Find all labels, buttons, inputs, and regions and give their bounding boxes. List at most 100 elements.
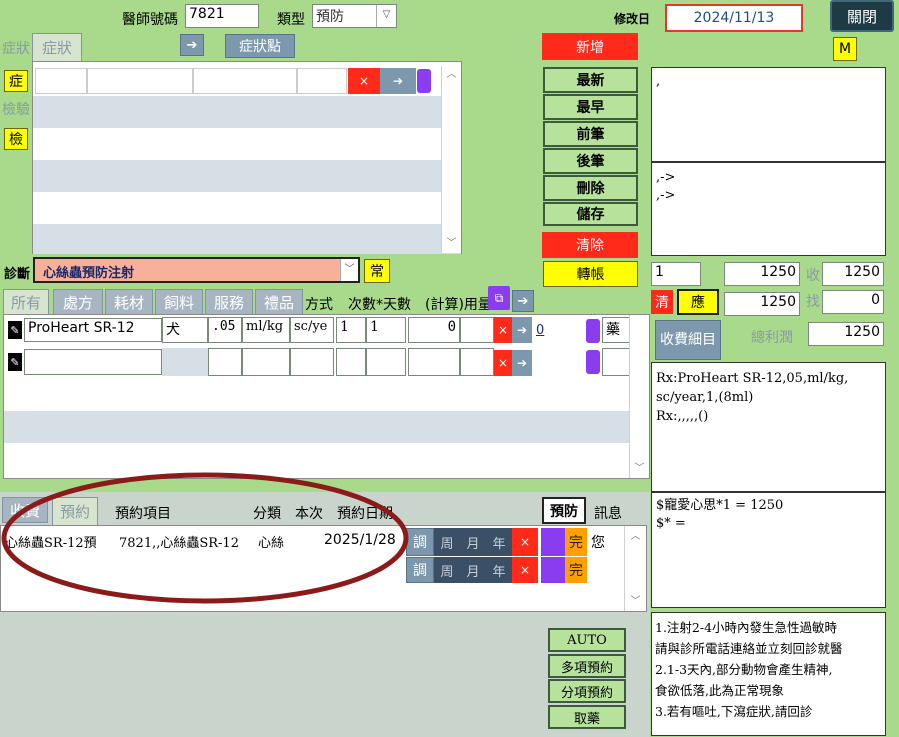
scroll-up-icon[interactable]: ︿ bbox=[442, 68, 461, 82]
rx-link-value[interactable]: 0 bbox=[536, 323, 544, 338]
due-field[interactable]: 1250 bbox=[724, 292, 800, 316]
color-marker[interactable] bbox=[417, 69, 431, 93]
message-cell[interactable]: 您 bbox=[591, 532, 605, 552]
tab-feed[interactable]: 飼料 bbox=[155, 289, 203, 315]
symptom-points-button[interactable]: 症狀點 bbox=[225, 34, 295, 58]
year-button[interactable]: 年 bbox=[486, 528, 512, 556]
notes-top-panel[interactable]: , bbox=[651, 67, 886, 162]
rx-row[interactable] bbox=[4, 379, 649, 411]
tab-service[interactable]: 服務 bbox=[205, 289, 253, 315]
rx-times-cell[interactable] bbox=[336, 348, 366, 376]
profit-field[interactable]: 1250 bbox=[808, 322, 884, 346]
rx-days-cell[interactable]: 1 bbox=[366, 317, 406, 343]
latest-button[interactable]: 最新 bbox=[543, 67, 638, 93]
due-button[interactable]: 應 bbox=[677, 289, 719, 315]
delete-icon[interactable]: × bbox=[512, 528, 538, 556]
delete-icon[interactable]: × bbox=[494, 350, 512, 376]
symptom-scrollbar[interactable]: ︿ ﹀ bbox=[441, 66, 461, 253]
symptom-row[interactable] bbox=[33, 128, 461, 160]
exam-side-button[interactable]: 檢 bbox=[4, 128, 28, 150]
rx-days-cell[interactable] bbox=[366, 348, 406, 376]
symptom-side-button[interactable]: 症 bbox=[4, 70, 28, 92]
transfer-button[interactable]: 轉帳 bbox=[543, 261, 638, 287]
m-button[interactable]: M bbox=[833, 37, 857, 61]
rx-calc-cell[interactable] bbox=[408, 348, 460, 376]
delete-button[interactable]: 刪除 bbox=[543, 175, 638, 201]
tab-all[interactable]: 所有 bbox=[3, 289, 49, 315]
earliest-button[interactable]: 最早 bbox=[543, 94, 638, 120]
booking-scrollbar[interactable]: ︿ ﹀ bbox=[624, 526, 646, 611]
clear-billing-button[interactable]: 清 bbox=[651, 290, 673, 314]
rx-times-cell[interactable]: 1 bbox=[336, 317, 366, 343]
week-button[interactable]: 周 bbox=[434, 557, 460, 583]
advice-panel[interactable]: 1.注射2-4小時內發生急性過敏時 請與診所電話連絡並立刻回診就醫 2.1-3天… bbox=[651, 612, 886, 736]
symptom-row[interactable] bbox=[33, 96, 461, 128]
delete-icon[interactable]: × bbox=[512, 557, 538, 583]
charge-detail-button[interactable]: 收費細目 bbox=[655, 320, 721, 360]
symptom-row[interactable] bbox=[33, 224, 461, 254]
color-marker[interactable] bbox=[541, 557, 565, 583]
rx-calc-cell[interactable]: 0 bbox=[408, 317, 460, 343]
copy-icon[interactable]: ⧉ bbox=[488, 286, 510, 310]
symptom-row[interactable] bbox=[33, 160, 461, 192]
add-button[interactable]: 新增 bbox=[542, 33, 638, 60]
arrow-right-icon[interactable]: ➔ bbox=[512, 350, 532, 376]
month-button[interactable]: 月 bbox=[460, 528, 486, 556]
edit-icon[interactable]: ✎ bbox=[8, 353, 22, 371]
rx-dose-cell[interactable]: .05 bbox=[208, 317, 242, 343]
chevron-down-icon[interactable]: ▽ bbox=[376, 5, 396, 27]
rx-dose-unit-cell[interactable]: ml/kg bbox=[242, 317, 290, 343]
prev-button[interactable]: 前筆 bbox=[543, 121, 638, 147]
symptom-row[interactable] bbox=[33, 192, 461, 224]
symptom-arrow-button[interactable]: ➔ bbox=[180, 34, 204, 56]
chevron-down-icon[interactable]: ﹀ bbox=[340, 259, 358, 281]
rx-row[interactable] bbox=[4, 411, 649, 443]
color-marker[interactable] bbox=[586, 319, 600, 343]
doctor-number-input[interactable]: 7821 bbox=[185, 4, 259, 28]
diagnosis-field[interactable]: 心絲蟲預防注射 ﹀ bbox=[33, 257, 360, 283]
done-button[interactable]: 完 bbox=[565, 557, 587, 583]
modified-date-field[interactable]: 2024/11/13 bbox=[665, 4, 803, 32]
billing-amount-field[interactable]: 1250 bbox=[724, 262, 800, 286]
delete-icon[interactable]: × bbox=[348, 68, 380, 94]
split-booking-button[interactable]: 分項預約 bbox=[548, 679, 626, 703]
scroll-up-icon[interactable]: ︿ bbox=[625, 530, 646, 544]
type-select[interactable]: 預防 ▽ bbox=[312, 4, 397, 28]
tab-symptom[interactable]: 症狀 bbox=[32, 33, 82, 61]
color-marker[interactable] bbox=[541, 528, 565, 556]
rx-extra-cell[interactable] bbox=[460, 348, 494, 376]
rx-name-cell[interactable] bbox=[24, 349, 162, 375]
arrow-right-icon[interactable]: ➔ bbox=[512, 317, 532, 343]
rx-extra-cell[interactable] bbox=[460, 317, 494, 343]
symptom-cell[interactable] bbox=[35, 68, 87, 94]
week-button[interactable]: 周 bbox=[434, 528, 460, 556]
close-button[interactable]: 關閉 bbox=[830, 0, 894, 32]
edit-icon[interactable]: ✎ bbox=[8, 321, 22, 339]
symptom-cell[interactable] bbox=[87, 68, 193, 94]
tab-supplies[interactable]: 耗材 bbox=[105, 289, 153, 315]
change-field[interactable]: 0 bbox=[822, 290, 884, 314]
tab-prescription[interactable]: 處方 bbox=[53, 289, 103, 315]
symptom-cell[interactable] bbox=[297, 68, 347, 94]
pickup-medicine-button[interactable]: 取藥 bbox=[548, 705, 626, 729]
rx-name-cell[interactable]: ProHeart SR-12 bbox=[24, 318, 162, 342]
rx-unit-cell[interactable] bbox=[162, 348, 208, 376]
rx-arrow-button[interactable]: ➔ bbox=[512, 290, 534, 312]
rx-text-panel[interactable]: Rx:ProHeart SR-12,05,ml/kg, sc/year,1,(8… bbox=[651, 362, 886, 492]
arrow-right-icon[interactable]: ➔ bbox=[380, 68, 416, 94]
scroll-down-icon[interactable]: ﹀ bbox=[630, 462, 649, 476]
rx-dose-unit-cell[interactable] bbox=[242, 348, 290, 376]
rx-route-cell[interactable] bbox=[290, 348, 334, 376]
notes-middle-panel[interactable]: ,-> ,-> bbox=[651, 162, 886, 256]
rx-unit-cell[interactable]: 犬 bbox=[162, 317, 208, 343]
done-button[interactable]: 完 bbox=[565, 528, 587, 556]
scroll-down-icon[interactable]: ﹀ bbox=[442, 237, 461, 251]
rx-dose-cell[interactable] bbox=[208, 348, 242, 376]
rx-flag-cell[interactable]: 藥 bbox=[602, 317, 630, 343]
delete-icon[interactable]: × bbox=[494, 317, 512, 343]
common-diagnosis-button[interactable]: 常 bbox=[364, 259, 390, 283]
billing-qty-field[interactable]: 1 bbox=[651, 262, 701, 286]
rx-route-cell[interactable]: sc/ye bbox=[290, 317, 334, 343]
scroll-down-icon[interactable]: ﹀ bbox=[625, 595, 646, 609]
rx-flag-cell[interactable] bbox=[602, 348, 630, 376]
